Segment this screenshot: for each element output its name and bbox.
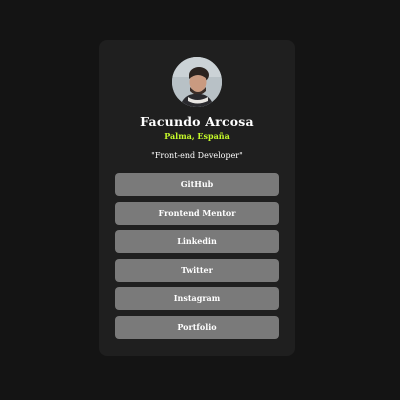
social-links: GitHub Frontend Mentor Linkedin Twitter …	[115, 173, 279, 345]
profile-bio: "Front-end Developer"	[151, 151, 243, 160]
profile-location: Palma, España	[164, 131, 230, 141]
link-portfolio-button[interactable]: Portfolio	[115, 315, 279, 339]
profile-card: Facundo Arcosa Palma, España "Front-end …	[99, 40, 295, 356]
link-linkedin-button[interactable]: Linkedin	[115, 230, 279, 254]
link-github-button[interactable]: GitHub	[115, 173, 279, 196]
link-twitter-button[interactable]: Twitter	[115, 258, 279, 282]
link-instagram-button[interactable]: Instagram	[115, 287, 279, 311]
link-frontend-mentor-button[interactable]: Frontend Mentor	[115, 201, 279, 225]
avatar	[172, 57, 222, 107]
profile-name: Facundo Arcosa	[140, 114, 254, 129]
